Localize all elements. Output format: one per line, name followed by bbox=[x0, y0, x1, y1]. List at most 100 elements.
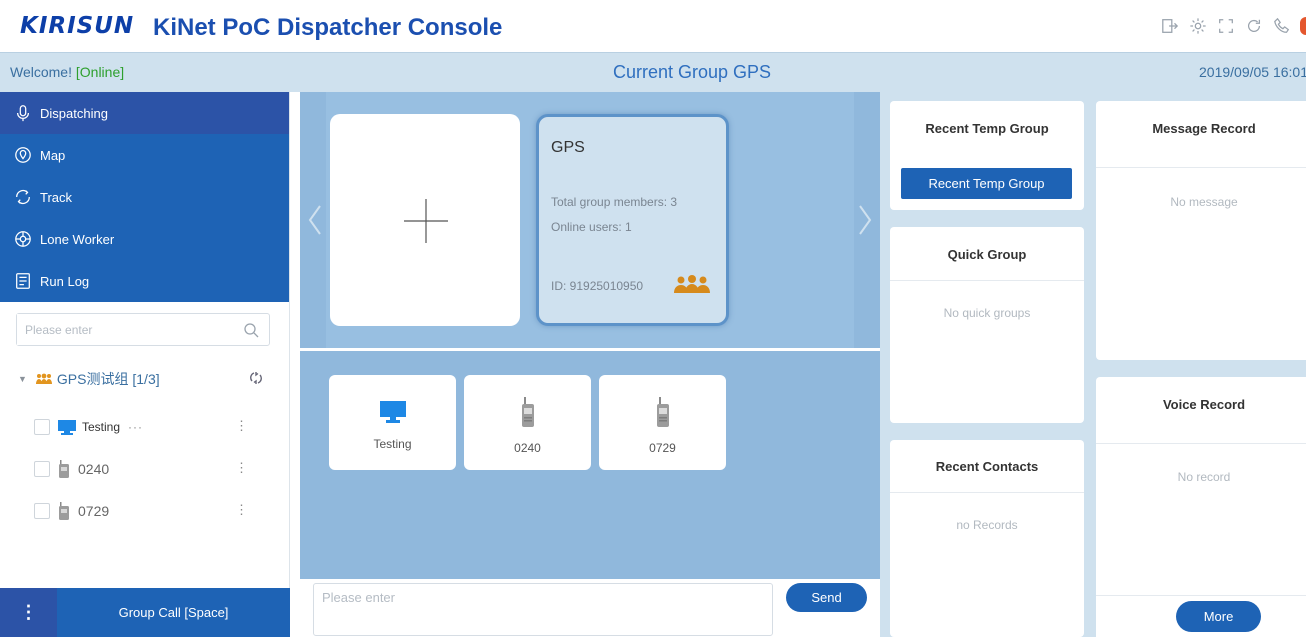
logout-icon[interactable] bbox=[1160, 16, 1180, 36]
sync-icon[interactable] bbox=[248, 370, 264, 386]
member-cards-area: Testing 0240 0729 bbox=[300, 351, 880, 579]
member-name: 0240 bbox=[78, 461, 110, 477]
map-pin-icon bbox=[15, 147, 31, 163]
recent-contacts-panel: Recent Contacts no Records bbox=[890, 440, 1084, 637]
kirisun-logo: KIRISUN bbox=[20, 13, 134, 39]
svg-text:KIRISUN: KIRISUN bbox=[20, 13, 134, 38]
group-total-members: Total group members: 3 bbox=[551, 195, 678, 209]
recent-temp-group-button[interactable]: Recent Temp Group bbox=[901, 168, 1072, 199]
brand-logo: KIRISUN bbox=[18, 12, 142, 44]
fullscreen-icon[interactable] bbox=[1216, 16, 1236, 36]
panel-divider bbox=[890, 280, 1084, 281]
bottom-action-bar: ⋮ Group Call [Space] bbox=[0, 588, 290, 637]
message-record-panel: Message Record No message bbox=[1096, 101, 1306, 360]
group-members-icon bbox=[674, 275, 710, 293]
left-sidebar: Dispatching Map Track Lone Worker Run Lo… bbox=[0, 92, 290, 637]
menu-item-map[interactable]: Map bbox=[0, 134, 289, 176]
header-toolbar bbox=[1160, 16, 1306, 36]
app-title: KiNet PoC Dispatcher Console bbox=[153, 14, 503, 41]
search-icon[interactable] bbox=[243, 322, 259, 338]
search-box bbox=[16, 313, 270, 346]
chevron-left-icon[interactable] bbox=[306, 200, 324, 240]
group-name: GPS测试组 [1/3] bbox=[56, 371, 160, 387]
close-icon[interactable] bbox=[1300, 17, 1306, 35]
member-card-testing[interactable]: Testing bbox=[329, 375, 456, 470]
panel-title: Voice Record bbox=[1162, 397, 1246, 412]
member-checkbox[interactable] bbox=[34, 419, 50, 435]
search-input[interactable] bbox=[17, 314, 227, 345]
track-icon bbox=[16, 190, 30, 204]
radio-device-icon bbox=[59, 460, 69, 478]
datetime: 2019/09/05 16:01 bbox=[1199, 64, 1306, 80]
member-card-label: 0240 bbox=[514, 441, 541, 455]
kebab-menu-icon[interactable]: ⋮ bbox=[235, 503, 248, 517]
phone-icon[interactable] bbox=[1272, 16, 1292, 36]
empty-state-text: No quick groups bbox=[943, 306, 1031, 320]
panel-divider bbox=[1096, 443, 1306, 444]
panel-title: Message Record bbox=[1152, 121, 1256, 136]
microphone-icon bbox=[16, 105, 30, 122]
menu-item-label: Lone Worker bbox=[40, 231, 115, 247]
computer-icon bbox=[379, 401, 406, 423]
panel-title: Recent Temp Group bbox=[925, 121, 1049, 136]
menu-item-label: Dispatching bbox=[40, 105, 108, 121]
voice-record-panel: Voice Record No record More bbox=[1096, 377, 1306, 637]
group-call-button[interactable]: Group Call [Space] bbox=[57, 588, 290, 637]
member-name: Testing bbox=[82, 420, 121, 434]
kebab-menu-icon[interactable]: ⋮ bbox=[235, 419, 248, 433]
panel-divider bbox=[890, 492, 1084, 493]
member-card-label: Testing bbox=[373, 437, 412, 451]
menu-item-label: Track bbox=[40, 189, 73, 205]
radio-device-icon bbox=[656, 397, 669, 427]
radio-device-icon bbox=[521, 397, 534, 427]
right-column: Recent Temp Group Recent Temp Group Quic… bbox=[880, 92, 1306, 637]
more-options-button[interactable]: ⋮ bbox=[0, 588, 57, 637]
member-name: 0729 bbox=[78, 503, 110, 519]
menu-item-lone-worker[interactable]: Lone Worker bbox=[0, 218, 289, 260]
kebab-menu-icon[interactable]: ⋮ bbox=[235, 461, 248, 475]
member-card-0240[interactable]: 0240 bbox=[464, 375, 591, 470]
member-card-0729[interactable]: 0729 bbox=[599, 375, 726, 470]
panel-title: Quick Group bbox=[947, 247, 1027, 262]
member-checkbox[interactable] bbox=[34, 461, 50, 477]
radio-device-icon bbox=[59, 502, 69, 520]
empty-state-text: No record bbox=[1177, 470, 1231, 484]
chevron-right-icon[interactable] bbox=[856, 200, 874, 240]
message-input[interactable] bbox=[313, 583, 773, 636]
panel-divider bbox=[1096, 167, 1306, 168]
member-row-0729[interactable]: 0729 ⋮ bbox=[34, 500, 270, 522]
member-checkbox[interactable] bbox=[34, 503, 50, 519]
empty-state-text: No message bbox=[1170, 195, 1238, 209]
settings-icon[interactable] bbox=[1188, 16, 1208, 36]
member-row-0240[interactable]: 0240 ⋮ bbox=[34, 458, 270, 480]
group-tree-node[interactable]: ▼ GPS测试组 [1/3] bbox=[18, 368, 270, 390]
add-group-card[interactable] bbox=[330, 114, 520, 326]
panel-title: Recent Contacts bbox=[935, 459, 1039, 474]
main-menu: Dispatching Map Track Lone Worker Run Lo… bbox=[0, 92, 289, 302]
empty-state-text: no Records bbox=[956, 518, 1018, 532]
group-card-gps[interactable]: GPS Total group members: 3 Online users:… bbox=[536, 114, 729, 326]
panel-divider bbox=[1096, 595, 1306, 596]
menu-item-label: Map bbox=[40, 147, 66, 163]
center-panel: GPS Total group members: 3 Online users:… bbox=[300, 92, 880, 637]
group-card-title: GPS bbox=[551, 139, 585, 156]
lone-worker-icon bbox=[15, 231, 31, 247]
message-composer: Send bbox=[300, 579, 880, 637]
more-button[interactable]: More bbox=[1176, 601, 1261, 632]
quick-group-panel: Quick Group No quick groups bbox=[890, 227, 1084, 423]
plus-icon bbox=[404, 199, 448, 243]
dispatcher-console: KIRISUN KiNet PoC Dispatcher Console Wel… bbox=[0, 0, 1306, 637]
menu-item-dispatching[interactable]: Dispatching bbox=[0, 92, 289, 134]
send-button[interactable]: Send bbox=[786, 583, 867, 612]
log-icon bbox=[16, 273, 30, 289]
group-members-icon bbox=[35, 373, 52, 384]
menu-item-run-log[interactable]: Run Log bbox=[0, 260, 289, 302]
menu-item-track[interactable]: Track bbox=[0, 176, 289, 218]
caret-down-icon[interactable]: ▼ bbox=[18, 374, 27, 384]
recent-temp-group-panel: Recent Temp Group Recent Temp Group bbox=[890, 101, 1084, 210]
group-online-users: Online users: 1 bbox=[551, 220, 632, 234]
member-row-testing[interactable]: Testing ··· ⋮ bbox=[34, 416, 270, 438]
refresh-icon[interactable] bbox=[1244, 16, 1264, 36]
app-header: KIRISUN KiNet PoC Dispatcher Console bbox=[0, 0, 1306, 52]
status-bar: Welcome! [Online] Current Group GPS 2019… bbox=[0, 52, 1306, 92]
